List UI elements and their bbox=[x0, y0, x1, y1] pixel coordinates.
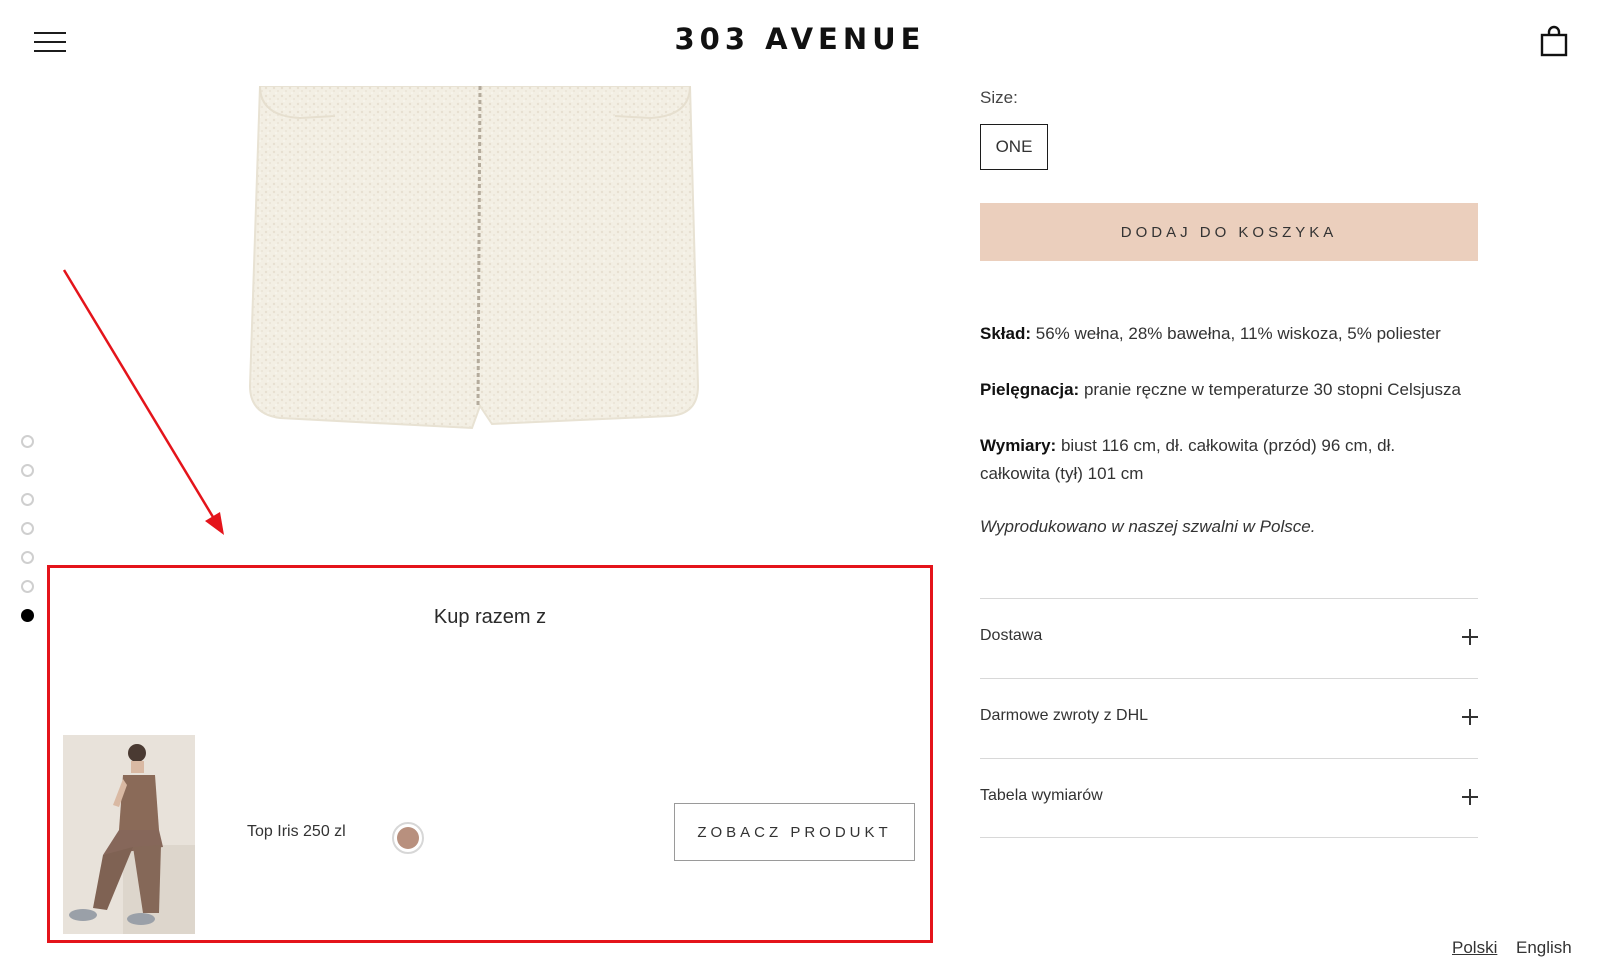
bundle-product-label[interactable]: Top Iris 250 zl bbox=[247, 823, 346, 841]
plus-icon bbox=[1462, 789, 1478, 805]
gallery-dot[interactable] bbox=[21, 551, 34, 564]
bundle-product-thumbnail[interactable] bbox=[63, 735, 195, 934]
gallery-dot[interactable] bbox=[21, 522, 34, 535]
made-in-note: Wyprodukowano w naszej szwalni w Polsce. bbox=[980, 517, 1316, 536]
accordion-label: Dostawa bbox=[980, 627, 1043, 644]
accordion-shipping[interactable]: Dostawa bbox=[980, 598, 1478, 678]
gallery-pagination bbox=[21, 435, 35, 625]
gallery-dot[interactable] bbox=[21, 464, 34, 477]
composition-label: Skład: bbox=[980, 324, 1032, 343]
shopping-bag-icon[interactable] bbox=[1540, 25, 1568, 57]
view-product-button[interactable]: ZOBACZ PRODUKT bbox=[674, 803, 915, 861]
composition-value: 56% wełna, 28% bawełna, 11% wiskoza, 5% … bbox=[1031, 324, 1441, 343]
accordion-size-chart[interactable]: Tabela wymiarów bbox=[980, 758, 1478, 838]
care-label: Pielęgnacja: bbox=[980, 380, 1080, 399]
gallery-dot[interactable] bbox=[21, 580, 34, 593]
care-info: Pielęgnacja: pranie ręczne w temperaturz… bbox=[980, 376, 1480, 404]
gallery-dot[interactable] bbox=[21, 493, 34, 506]
color-swatch-fill bbox=[397, 827, 419, 849]
language-polish-link[interactable]: Polski bbox=[1452, 938, 1497, 958]
site-logo[interactable]: 303 AVENUE bbox=[0, 22, 1600, 56]
accordion-label: Tabela wymiarów bbox=[980, 787, 1103, 804]
composition-info: Skład: 56% wełna, 28% bawełna, 11% wisko… bbox=[980, 320, 1480, 348]
plus-icon bbox=[1462, 709, 1478, 725]
language-english-link[interactable]: English bbox=[1516, 938, 1572, 958]
care-value: pranie ręczne w temperaturze 30 stopni C… bbox=[1079, 380, 1461, 399]
product-image bbox=[248, 86, 700, 430]
size-option-one[interactable]: ONE bbox=[980, 124, 1048, 170]
buy-together-panel: Kup razem z Top Iris 250 zl ZOBACZ PRODU… bbox=[47, 565, 933, 943]
size-label: Size: bbox=[980, 88, 1018, 107]
color-swatch[interactable] bbox=[392, 822, 424, 854]
accordion-free-returns[interactable]: Darmowe zwroty z DHL bbox=[980, 678, 1478, 758]
accordion-label: Darmowe zwroty z DHL bbox=[980, 707, 1149, 724]
dimensions-label: Wymiary: bbox=[980, 436, 1057, 455]
gallery-dot-active[interactable] bbox=[21, 609, 34, 622]
buy-together-title: Kup razem z bbox=[433, 606, 547, 628]
site-header: 303 AVENUE bbox=[0, 0, 1600, 86]
gallery-dot[interactable] bbox=[21, 435, 34, 448]
plus-icon bbox=[1462, 629, 1478, 645]
dimensions-info: Wymiary: biust 116 cm, dł. całkowita (pr… bbox=[980, 432, 1460, 488]
product-accordion: Dostawa Darmowe zwroty z DHL Tabela wymi… bbox=[980, 598, 1478, 838]
add-to-cart-button[interactable]: DODAJ DO KOSZYKA bbox=[980, 203, 1478, 261]
